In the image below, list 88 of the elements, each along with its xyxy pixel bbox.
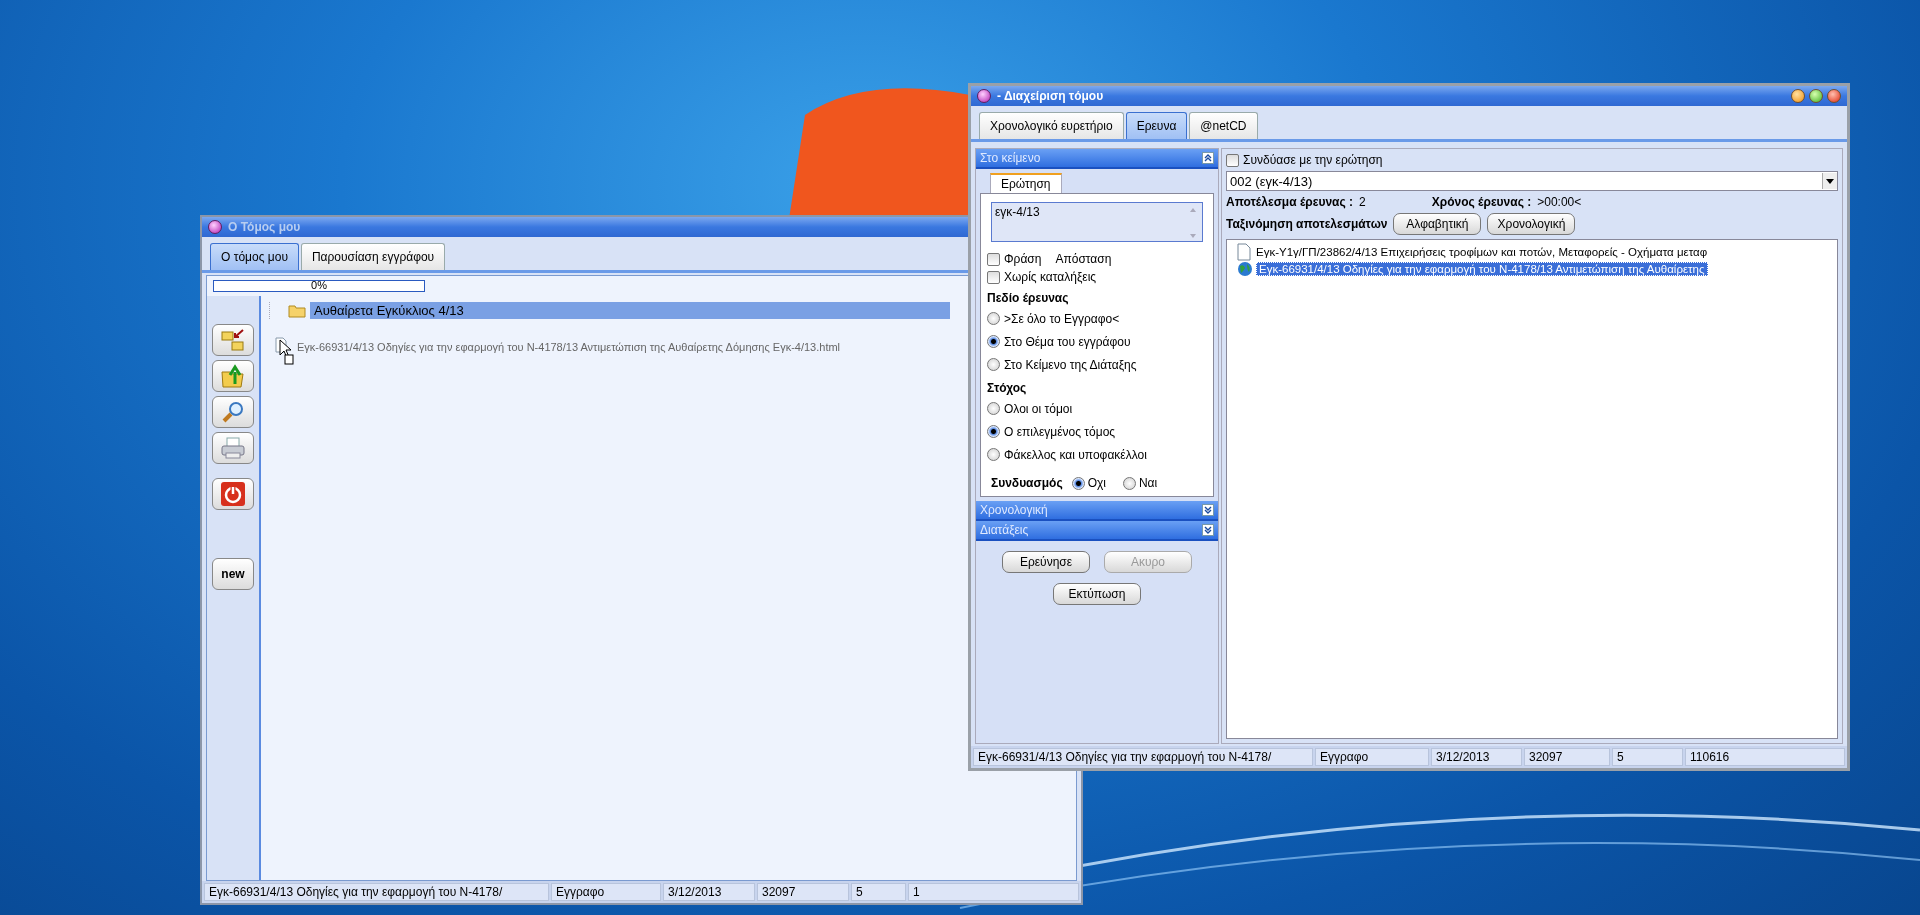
section-title: Διατάξεις <box>980 523 1029 537</box>
chevron-icon[interactable] <box>1202 152 1214 164</box>
tree-item[interactable]: Εγκ-66931/4/13 Οδηγίες για την εφαρμογή του Ν-4178/13 Αντιμετώπιση της Αυθαίρετης Δόμησης Εγκ-4/13.html <box>297 341 841 353</box>
chevron-icon[interactable] <box>1202 504 1214 516</box>
query-dropdown[interactable]: 002 (εγκ-4/13) <box>1226 171 1838 191</box>
window-title: Ο Τόμος μου <box>228 220 301 234</box>
push-button[interactable]: Ερεύνησε <box>1002 551 1090 573</box>
search-icon <box>221 400 245 424</box>
radio-label: Οχι <box>1087 476 1106 490</box>
progress-label: 0% <box>310 279 328 291</box>
tab[interactable]: Χρονολογικό ευρετήριο <box>979 112 1124 139</box>
status-cell: Εγκ-66931/4/13 Οδηγίες για την εφαρμογή του Ν-4178/ <box>204 883 549 901</box>
status-cell: 3/12/2013 <box>1431 748 1522 766</box>
radio-button[interactable] <box>987 425 1000 438</box>
tab[interactable]: Παρουσίαση εγγράφου <box>300 243 446 270</box>
radio-label: Ολοι οι τόμοι <box>1004 401 1073 416</box>
result-item[interactable]: Εγκ-Υ1γ/ΓΠ/23862/4/13 Επιχειρήσεις τροφίμων και ποτών, Μεταφορείς - Οχήματα μεταφ <box>1254 245 1710 258</box>
search-time-label: Χρόνος έρευνας : <box>1431 195 1532 209</box>
radio-button[interactable] <box>987 448 1000 461</box>
checkbox[interactable] <box>987 252 1000 266</box>
maximize-button[interactable] <box>1809 89 1823 103</box>
checkbox[interactable] <box>987 270 1000 284</box>
chevron-icon[interactable] <box>1202 524 1214 536</box>
status-cell: 5 <box>1612 748 1683 766</box>
toolbar-button[interactable] <box>212 432 254 464</box>
section-title: Χρονολογική <box>980 503 1048 517</box>
toolbar-button[interactable] <box>212 396 254 428</box>
status-cell: Εγκ-66931/4/13 Οδηγίες για την εφαρμογή του Ν-4178/ <box>973 748 1313 766</box>
app-orb-icon <box>208 220 222 234</box>
new-button[interactable]: new <box>212 558 254 590</box>
distance-label: Απόσταση <box>1055 252 1112 266</box>
minimize-button[interactable] <box>1791 89 1805 103</box>
toolbar-button[interactable] <box>212 324 254 356</box>
tree-item[interactable]: Αυθαίρετα Εγκύκλιος 4/13 <box>310 302 950 319</box>
toolbar-button[interactable] <box>212 360 254 392</box>
group-title: Στόχος <box>987 381 1028 395</box>
toolbar-button[interactable] <box>212 478 254 510</box>
close-button[interactable] <box>1827 89 1841 103</box>
query-field[interactable]: εγκ-4/13 <box>991 202 1203 242</box>
checkbox-label: Συνδύασε με την ερώτηση <box>1243 153 1383 167</box>
tab[interactable]: Ο τόμος μου <box>210 243 299 270</box>
radio-button[interactable] <box>987 402 1000 415</box>
result-count-label: Αποτέλεσμα έρευνας : <box>1226 195 1354 209</box>
document-icon <box>1237 242 1251 261</box>
checkbox-label: Χωρίς καταλήξεις <box>1004 270 1097 284</box>
tab[interactable]: @netCD <box>1189 112 1258 139</box>
radio-label: Στο Κείμενο της Διάταξης <box>1004 357 1137 372</box>
group-title: Συνδυασμός <box>991 476 1063 490</box>
checkbox-label: Φράση <box>1004 252 1042 266</box>
status-cell: 32097 <box>757 883 849 901</box>
mouse-pointer-icon <box>279 339 295 365</box>
tab[interactable]: Ερευνα <box>1125 112 1188 139</box>
sort-button[interactable]: Αλφαβητική <box>1393 213 1482 235</box>
result-count: 2 <box>1359 195 1366 209</box>
status-cell: Εγγραφο <box>551 883 661 901</box>
radio-label: Φάκελλος και υποφακέλλοι <box>1004 447 1147 462</box>
radio-button[interactable] <box>1071 476 1085 490</box>
radio-label: Ο επιλεγμένος τόμος <box>1004 424 1116 439</box>
status-cell: 3/12/2013 <box>663 883 755 901</box>
status-cell: 1 <box>908 883 1079 901</box>
folders-arrow-icon <box>221 329 245 351</box>
radio-label: Στο Θέμα του εγγράφου <box>1004 334 1131 349</box>
push-button[interactable]: Εκτύπωση <box>1053 583 1141 605</box>
radio-button[interactable] <box>987 312 1000 325</box>
folder-icon <box>288 303 306 318</box>
tab[interactable]: Ερώτηση <box>990 173 1062 193</box>
printer-icon <box>220 436 246 460</box>
status-cell: 5 <box>851 883 906 901</box>
radio-button[interactable] <box>987 358 1000 371</box>
radio-button[interactable] <box>987 335 1000 348</box>
radio-button[interactable] <box>1122 476 1136 490</box>
folder-up-arrow-icon <box>221 364 245 388</box>
result-item[interactable]: Εγκ-66931/4/13 Οδηγίες για την εφαρμογή του Ν-4178/13 Αντιμετώπιση της Αυθαίρετης <box>1256 261 1708 276</box>
radio-label: Ναι <box>1138 476 1158 490</box>
globe-icon <box>1237 260 1253 277</box>
sort-label: Ταξινόμηση αποτελεσμάτων <box>1226 217 1388 231</box>
app-orb-icon <box>977 89 991 103</box>
status-cell: Εγγραφο <box>1315 748 1429 766</box>
group-title: Πεδίο έρευνας <box>987 291 1070 305</box>
section-title: Στο κείμενο <box>980 151 1041 165</box>
status-cell: 110616 <box>1685 748 1845 766</box>
window-title: - Διαχείριση τόμου <box>997 89 1104 103</box>
power-icon <box>220 481 246 507</box>
status-cell: 32097 <box>1524 748 1610 766</box>
radio-label: >Σε όλο το Εγγραφο< <box>1004 311 1120 326</box>
search-time: >00:00< <box>1537 195 1582 209</box>
sort-button[interactable]: Χρονολογική <box>1487 213 1576 235</box>
checkbox[interactable] <box>1226 153 1239 167</box>
